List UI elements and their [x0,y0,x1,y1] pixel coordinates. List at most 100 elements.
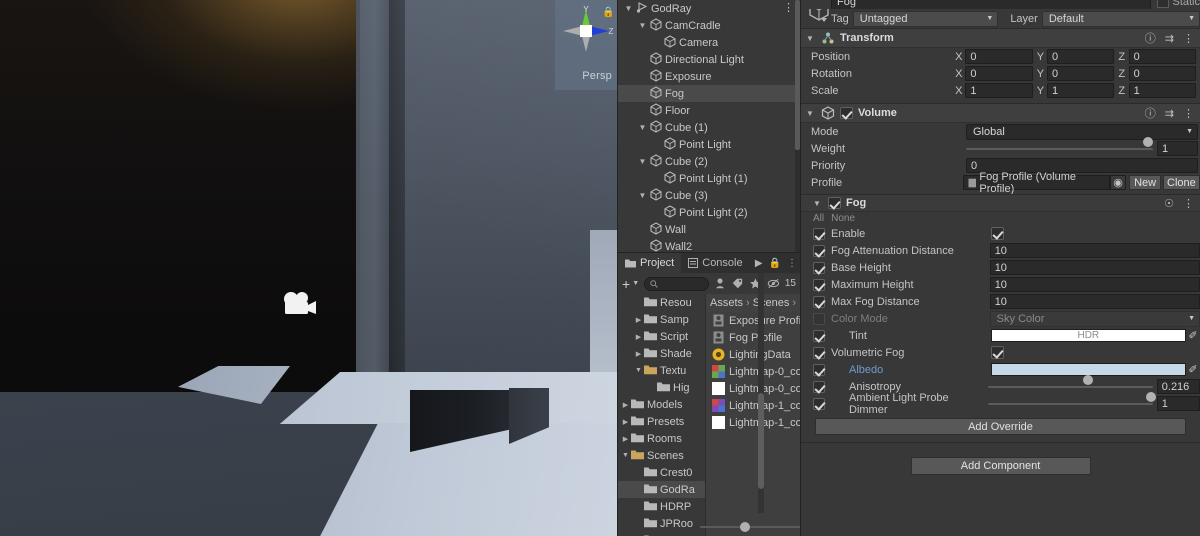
chevron-right-icon[interactable]: ▶ [620,418,631,426]
volume-weight-field[interactable]: 1 [1157,141,1198,156]
lock-icon[interactable]: 🔒 [602,7,614,18]
project-folder-script[interactable]: ▶ Script [618,328,705,345]
transform-rotation-x-field[interactable]: 0 [965,66,1033,81]
project-folder-hdrp[interactable]: ▶HDRP [618,498,705,515]
fog-value-field[interactable]: 10 [989,294,1200,309]
asset-item[interactable]: Lightmap-1_co [706,414,800,431]
project-search-input[interactable] [644,276,709,291]
project-folder-jproo[interactable]: ▶JPRoo [618,515,705,532]
kebab-menu-icon[interactable]: ⋮ [1183,32,1194,45]
project-folder-scenes[interactable]: ▼ Scenes [618,447,705,464]
transform-rotation-y-field[interactable]: 0 [1047,66,1115,81]
avatar-icon[interactable] [714,276,727,291]
fog-override-toggle[interactable] [813,244,825,257]
eyedropper-icon[interactable]: ✐ [1186,363,1200,377]
chevron-down-icon[interactable]: ▼ [633,367,644,374]
scene-view[interactable]: Y Z 🔒 Persp [0,0,617,536]
fog-override-toggle[interactable] [813,346,825,359]
lock-icon[interactable]: 🔒 [769,258,781,269]
project-folder-shade[interactable]: ▶ Shade [618,345,705,362]
profile-new-button[interactable]: New [1129,175,1161,190]
fog-override-toggle[interactable] [813,329,825,342]
project-panel[interactable]: Project Console ▶ 🔒 ⋮ + ▼ 15 Resou ▶ Sam… [617,252,800,536]
fog-override-toggle[interactable] [813,295,825,308]
fog-value-checkbox[interactable] [991,346,1004,359]
tag-dropdown[interactable]: Untagged ▼ [852,10,999,27]
asset-item[interactable]: Lightmap-0_co [706,363,800,380]
asset-item[interactable]: LightingData [706,346,800,363]
project-folder-karaa[interactable]: ▶Karaa [618,532,705,536]
chevron-right-icon[interactable]: ▶ [633,333,644,341]
project-folder-crest0[interactable]: ▶Crest0 [618,464,705,481]
hierarchy-item-camcradle[interactable]: ▼ CamCradle [618,17,800,34]
profile-clone-button[interactable]: Clone [1162,175,1200,190]
camera-icon[interactable] [281,291,319,317]
breadcrumb[interactable]: Assets › Scenes › [706,294,800,312]
hierarchy-item-cube-1[interactable]: ▼ Cube (1) [618,119,800,136]
fog-override-header[interactable]: ▼ Fog ☉ ⋮ [801,194,1200,212]
volume-enabled-checkbox[interactable] [840,107,853,119]
chevron-down-icon[interactable]: ▼ [636,187,649,204]
add-override-button[interactable]: Add Override [815,418,1186,435]
fog-value-field[interactable]: 10 [989,260,1200,275]
hidden-icon[interactable] [767,276,780,291]
fog-override-toggle[interactable] [813,227,825,240]
transform-position-z-field[interactable]: 0 [1128,49,1197,64]
chevron-down-icon[interactable]: ▼ [636,17,649,34]
fog-none-toggle[interactable]: None [831,213,855,224]
fog-slider[interactable] [988,375,1153,394]
project-add-button[interactable]: + [622,277,630,291]
fog-override-toggle[interactable] [813,261,825,274]
add-component-button[interactable]: Add Component [910,457,1091,475]
transform-position-y-field[interactable]: 0 [1047,49,1115,64]
project-folder-textu[interactable]: ▼ Textu [618,362,705,379]
preset-icon[interactable]: ⇉ [1165,107,1174,120]
fog-slider-knob[interactable] [1146,392,1157,402]
hierarchy-item-godray[interactable]: ▼ GodRay [618,0,800,17]
fog-value-checkbox[interactable] [991,227,1004,240]
layer-dropdown[interactable]: Default ▼ [1041,10,1200,27]
project-folder-resou[interactable]: ▶Resou [618,294,705,311]
object-name-field[interactable]: Fog [831,0,1152,9]
volume-weight-slider[interactable] [966,137,1153,156]
project-folder-models[interactable]: ▶ Models [618,396,705,413]
project-folder-presets[interactable]: ▶ Presets [618,413,705,430]
projection-mode-label[interactable]: Persp [582,70,612,82]
project-folder-hig[interactable]: ▶Hig [618,379,705,396]
hierarchy-item-fog[interactable]: ▶Fog [618,85,800,102]
project-folder-tree[interactable]: ▶Resou▶Samp▶Script▶Shade▼Textu▶Hig▶Model… [618,294,705,536]
override-state-icon[interactable]: ☉ [1164,197,1174,210]
hierarchy-item-point-light-1[interactable]: ▶Point Light (1) [618,170,800,187]
project-scrollbar-thumb[interactable] [758,393,764,489]
transform-position-x-field[interactable]: 0 [965,49,1033,64]
scene-orientation-gizmo[interactable]: Y Z 🔒 Persp [555,0,617,90]
breadcrumb-item[interactable]: Assets [710,297,743,309]
hierarchy-item-point-light[interactable]: ▶Point Light [618,136,800,153]
transform-scale-x-field[interactable]: 1 [965,83,1033,98]
tab-console[interactable]: Console [681,253,749,273]
project-asset-list[interactable]: Assets › Scenes › Exposure Profil Fog Profil… [705,294,800,536]
transform-foldout-icon[interactable]: ▼ [806,34,816,43]
project-folder-godra[interactable]: ▶GodRa [618,481,705,498]
volume-profile-field[interactable]: Fog Profile (Volume Profile) [962,171,1110,195]
volume-mode-dropdown[interactable]: Global ▼ [966,123,1198,140]
hierarchy-item-cube-3[interactable]: ▼ Cube (3) [618,187,800,204]
help-icon[interactable]: ⓘ [1145,30,1156,46]
hierarchy-item-exposure[interactable]: ▶Exposure [618,68,800,85]
volume-foldout-icon[interactable]: ▼ [806,109,816,118]
chevron-right-icon[interactable]: ▶ [620,435,631,443]
chevron-right-icon[interactable]: ▶ [620,401,631,409]
asset-item[interactable]: Fog Profile [706,329,800,346]
project-folder-rooms[interactable]: ▶ Rooms [618,430,705,447]
chevron-down-icon[interactable]: ▼ [632,280,639,287]
asset-item[interactable]: Exposure Profil [706,312,800,329]
chevron-down-icon[interactable]: ▼ [636,153,649,170]
eyedropper-icon[interactable]: ✐ [1186,329,1200,343]
project-zoom-slider[interactable] [700,521,800,533]
tab-project[interactable]: Project [618,253,682,273]
chevron-down-icon[interactable]: ▼ [636,119,649,136]
kebab-menu-icon[interactable]: ⋮ [787,258,797,269]
kebab-menu-icon[interactable]: ⋮ [1183,197,1194,210]
chevron-down-icon[interactable]: ▼ [622,0,635,17]
hierarchy-item-cube-2[interactable]: ▼ Cube (2) [618,153,800,170]
